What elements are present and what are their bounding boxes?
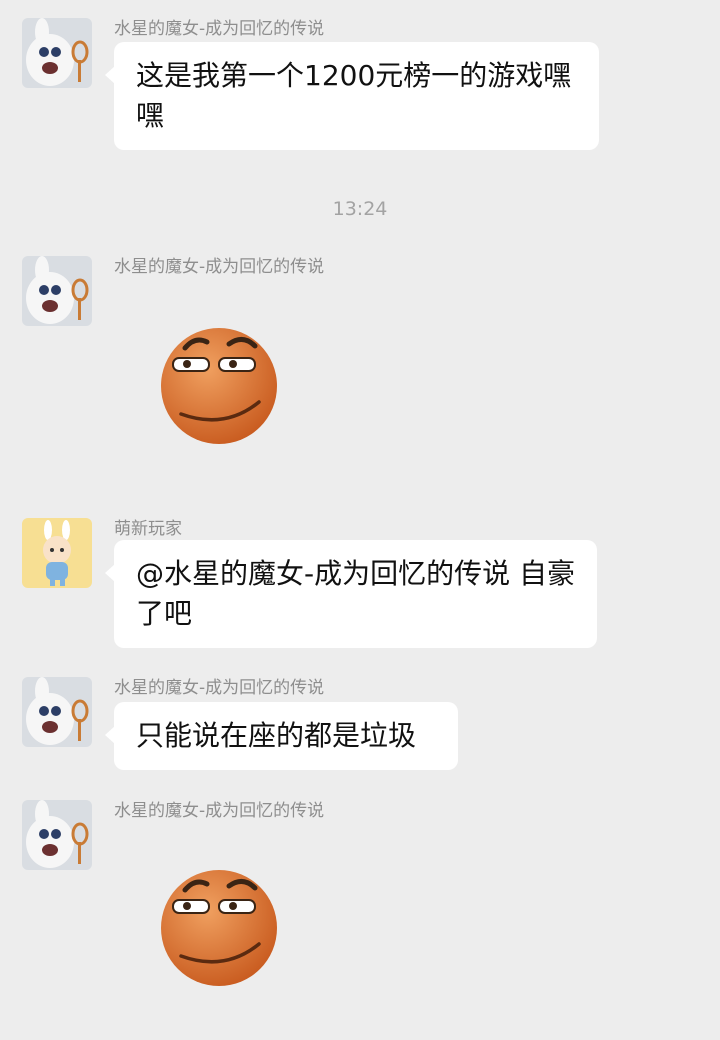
sender-name: 水星的魔女-成为回忆的传说: [114, 19, 325, 39]
sender-name: 萌新玩家: [114, 519, 182, 539]
sender-name: 水星的魔女-成为回忆的传说: [114, 257, 325, 277]
avatar-rabbit[interactable]: [22, 800, 92, 870]
message-text: @水星的魔女-成为回忆的传说 自豪了吧: [136, 557, 576, 630]
avatar-rabbit[interactable]: [22, 677, 92, 747]
sender-name: 水星的魔女-成为回忆的传说: [114, 678, 325, 698]
message-text: 这是我第一个1200元榜一的游戏嘿嘿: [136, 59, 572, 132]
timestamp: 13:24: [332, 198, 388, 220]
smirk-face-sticker[interactable]: [155, 862, 283, 990]
avatar-cartoon-girl[interactable]: [22, 518, 92, 588]
message-bubble[interactable]: 这是我第一个1200元榜一的游戏嘿嘿: [105, 42, 599, 150]
avatar-rabbit[interactable]: [22, 256, 92, 326]
message-bubble[interactable]: @水星的魔女-成为回忆的传说 自豪了吧: [105, 540, 597, 648]
avatar-rabbit[interactable]: [22, 18, 92, 88]
message-bubble[interactable]: 只能说在座的都是垃圾: [105, 702, 458, 770]
smirk-face-sticker[interactable]: [155, 320, 283, 448]
message-text: 只能说在座的都是垃圾: [136, 719, 417, 752]
sender-name: 水星的魔女-成为回忆的传说: [114, 801, 325, 821]
